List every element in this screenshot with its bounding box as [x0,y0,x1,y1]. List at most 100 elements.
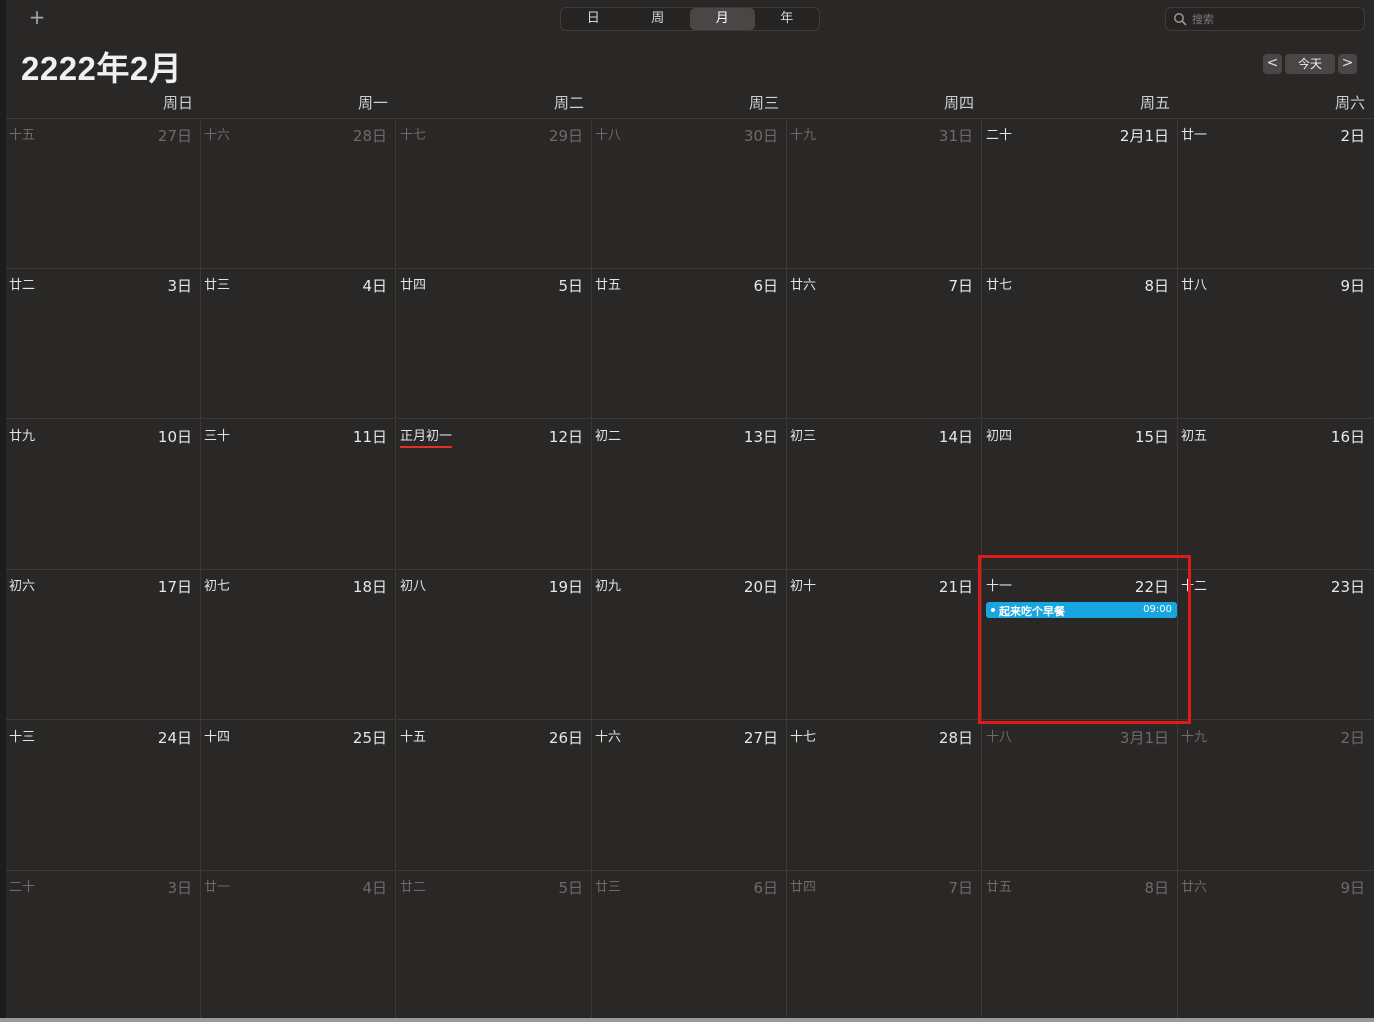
lunar-date: 初三 [790,429,817,444]
day-cell[interactable]: 初四 15日 [983,420,1178,570]
lunar-date: 廿四 [400,278,427,293]
day-number: 15日 [1134,428,1169,446]
day-cell[interactable]: 十六 28日 [201,119,396,269]
tab-week[interactable]: 周 [626,8,691,30]
day-cell[interactable]: 初八 19日 [397,570,592,720]
lunar-date: 初四 [986,429,1013,444]
lunar-date: 十一 [986,579,1013,594]
day-number: 4日 [362,879,387,897]
day-cell[interactable]: 初十 21日 [787,570,982,720]
lunar-date: 十八 [986,730,1013,745]
day-cell[interactable]: 十五 27日 [6,119,201,269]
day-number: 27日 [743,729,778,747]
day-cell[interactable]: 廿五 6日 [592,269,787,419]
day-cell[interactable]: 初三 14日 [787,420,982,570]
today-button[interactable]: 今天 [1285,54,1335,74]
day-cell[interactable]: 廿四 5日 [397,269,592,419]
day-number: 7日 [948,277,973,295]
tab-month[interactable]: 月 [690,8,755,30]
day-cell[interactable]: 十九 2日 [1178,721,1373,871]
day-number: 6日 [753,277,778,295]
tab-day[interactable]: 日 [561,8,626,30]
day-cell[interactable]: 十五 26日 [397,721,592,871]
day-number: 23日 [1330,578,1365,596]
search-input[interactable] [1192,10,1360,28]
lunar-date: 廿五 [595,278,622,293]
day-cell[interactable]: 廿五 8日 [983,871,1178,1021]
day-number: 28日 [938,729,973,747]
day-cell[interactable]: 廿八 9日 [1178,269,1373,419]
day-cell[interactable]: 初七 18日 [201,570,396,720]
day-number: 18日 [352,578,387,596]
day-number: 7日 [948,879,973,897]
day-cell[interactable]: 十八 30日 [592,119,787,269]
day-number: 21日 [938,578,973,596]
day-number: 3日 [167,277,192,295]
day-cell[interactable]: 十九 31日 [787,119,982,269]
day-cell[interactable]: 十八 3月1日 [983,721,1178,871]
toolbar: + 日 周 月 年 [6,0,1374,38]
day-cell[interactable]: 廿六 9日 [1178,871,1373,1021]
day-cell[interactable]: 廿七 8日 [983,269,1178,419]
lunar-date: 二十 [986,128,1013,143]
lunar-date: 廿八 [1181,278,1208,293]
lunar-date: 十六 [595,730,622,745]
next-month-button[interactable]: > [1338,54,1357,74]
calendar-window: + 日 周 月 年 2222年2月 < 今天 > 周日周一周二周三周四周五周六 … [0,0,1374,1022]
lunar-date: 二十 [9,880,36,895]
weekday-label: 周五 [1139,94,1170,112]
day-number: 9日 [1340,277,1365,295]
day-cell[interactable]: 正月初一 12日 [397,420,592,570]
weekday-header: 周日 周一 周二 周三 周四 周五 周六 [6,88,1374,118]
lunar-date: 初二 [595,429,622,444]
day-cell[interactable]: 廿一 4日 [201,871,396,1021]
day-number: 4日 [362,277,387,295]
day-cell[interactable]: 十六 27日 [592,721,787,871]
day-cell[interactable]: 初五 16日 [1178,420,1373,570]
day-cell[interactable]: 廿六 7日 [787,269,982,419]
day-cell[interactable]: 十二 23日 [1178,570,1373,720]
lunar-date: 廿九 [9,429,36,444]
day-cell[interactable]: 三十 11日 [201,420,396,570]
day-number: 6日 [753,879,778,897]
day-cell[interactable]: 初六 17日 [6,570,201,720]
lunar-date: 廿三 [595,880,622,895]
day-number: 26日 [548,729,583,747]
day-cell[interactable]: 廿九 10日 [6,420,201,570]
lunar-date: 廿六 [790,278,817,293]
lunar-date: 三十 [204,429,231,444]
day-cell[interactable]: 十七 28日 [787,721,982,871]
day-cell[interactable]: 廿三 6日 [592,871,787,1021]
day-cell[interactable]: 廿一 2日 [1178,119,1373,269]
weekday-label: 周二 [553,94,584,112]
day-cell[interactable]: 初二 13日 [592,420,787,570]
day-cell[interactable]: 初九 20日 [592,570,787,720]
day-cell[interactable]: 廿二 5日 [397,871,592,1021]
day-number: 25日 [352,729,387,747]
day-number: 8日 [1144,879,1169,897]
day-cell[interactable]: 二十 3日 [6,871,201,1021]
event-chip[interactable]: 起来吃个早餐 09:00 [986,602,1177,618]
day-number: 22日 [1134,578,1169,596]
day-cell[interactable]: 十七 29日 [397,119,592,269]
day-cell[interactable]: 十四 25日 [201,721,396,871]
day-cell[interactable]: 十一 22日起来吃个早餐 09:00 [983,570,1178,720]
day-cell[interactable]: 廿二 3日 [6,269,201,419]
lunar-date: 廿三 [204,278,231,293]
search-box[interactable] [1165,7,1365,31]
lunar-date: 十四 [204,730,231,745]
view-switcher: 日 周 月 年 [560,7,820,31]
event-time: 09:00 [1143,604,1172,615]
add-event-button[interactable]: + [26,6,48,30]
day-number: 2日 [1340,127,1365,145]
day-cell[interactable]: 二十 2月1日 [983,119,1178,269]
day-cell[interactable]: 廿三 4日 [201,269,396,419]
day-number: 3月1日 [1119,729,1169,747]
tab-year[interactable]: 年 [755,8,820,30]
previous-month-button[interactable]: < [1263,54,1282,74]
day-cell[interactable]: 十三 24日 [6,721,201,871]
lunar-date: 廿二 [400,880,427,895]
day-number: 30日 [743,127,778,145]
day-cell[interactable]: 廿四 7日 [787,871,982,1021]
day-number: 20日 [743,578,778,596]
